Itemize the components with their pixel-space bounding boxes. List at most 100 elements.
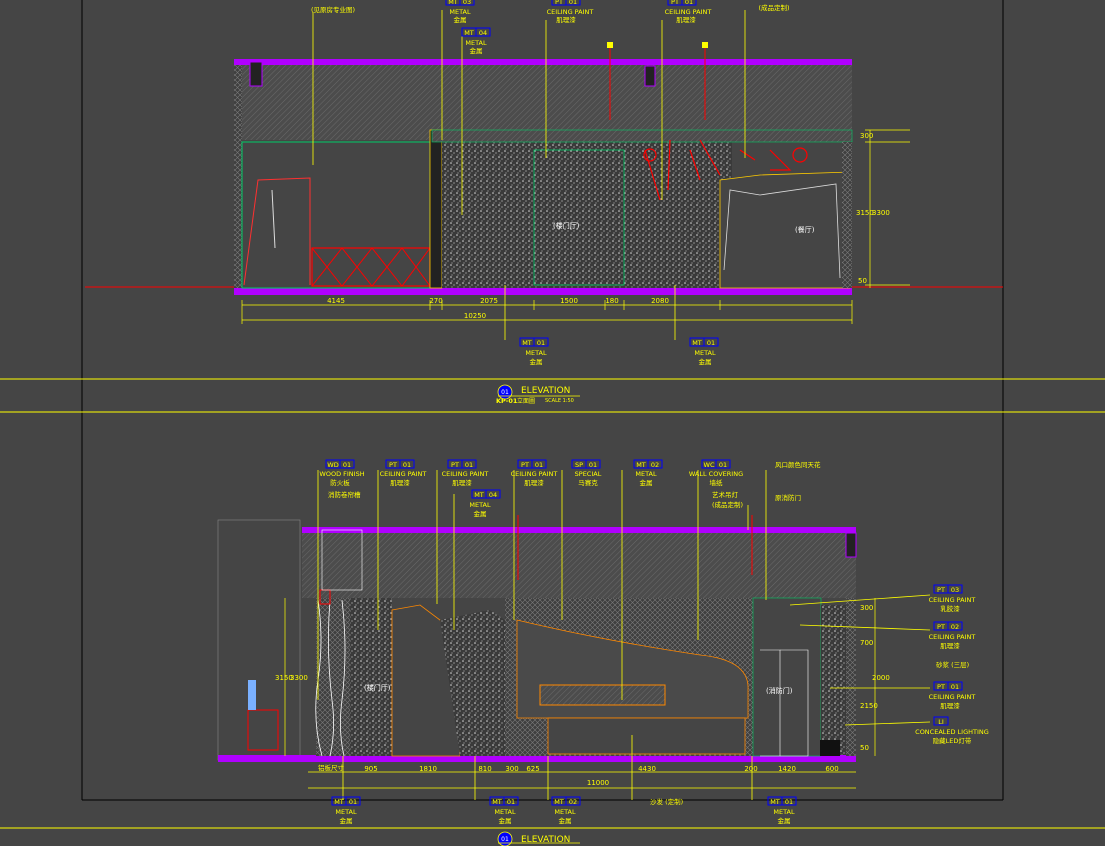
tag-code: MT (492, 798, 502, 806)
dim-text: 2080 (651, 297, 669, 305)
level-text: 700 (860, 639, 873, 647)
tag-code: PT (451, 461, 459, 469)
tag-cn: 防火板 (330, 478, 350, 487)
tag-code: PT (521, 461, 529, 469)
tag-en: CEILING PAINT (547, 8, 594, 16)
tag-num: 01 (537, 339, 545, 347)
tag-code: PT (389, 461, 397, 469)
tag-cn: 金属 (640, 478, 653, 487)
ceiling-void (302, 533, 856, 598)
room-label: (消防门) (766, 686, 793, 695)
tag-en: CEILING PAINT (442, 470, 489, 478)
dim-text: 4430 (638, 765, 656, 773)
tag-num: 01 (951, 683, 959, 691)
level-text: 300 (860, 132, 873, 140)
room-label: (楼门厅) (553, 221, 580, 230)
tag-num: 01 (785, 798, 793, 806)
scale: SCALE 1:50 (545, 398, 574, 404)
tag-group-top-1: (见原房专业图) MT 03 METAL 金属 MT 04 METAL 金属 P… (311, 0, 790, 55)
tag-en: CONCEALED LIGHTING (915, 728, 989, 736)
tag-code: WD (327, 461, 338, 469)
tag-cn: 肌理漆 (524, 478, 544, 487)
tag-en: METAL (494, 808, 516, 816)
tag-code: WC (704, 461, 715, 469)
tag-code: MT (770, 798, 780, 806)
level-text: 300 (860, 604, 873, 612)
ceiling-band (234, 59, 852, 65)
tag-cn: 金属 (559, 816, 572, 825)
tag-en: METAL (694, 349, 716, 357)
tag-en: CEILING PAINT (665, 8, 712, 16)
dim-text: 2075 (480, 297, 498, 305)
tag-code: PT (671, 0, 679, 6)
tag-code: MT (554, 798, 564, 806)
dim-text: 810 (478, 765, 491, 773)
tag-num: 01 (569, 0, 577, 6)
tag-code: MT (334, 798, 344, 806)
tag-code: PT (937, 623, 945, 631)
tag-cn: (见原房专业图) (311, 5, 355, 14)
tag-cn: 金属 (340, 816, 353, 825)
sub-title: 立面圖 (517, 397, 535, 405)
note: (成品定制) (712, 500, 743, 509)
tag-en: METAL (449, 8, 471, 16)
dim-text: 1810 (419, 765, 437, 773)
level-text: 3300 (290, 674, 308, 682)
tag-en: METAL (335, 808, 357, 816)
dim-total: 11000 (587, 779, 609, 787)
tag-code: MT (464, 29, 474, 37)
note: 沙发 (定制) (650, 797, 683, 806)
tag-cn: 乳胶漆 (940, 604, 960, 613)
tag-code: MT (636, 461, 646, 469)
tag-num: 01 (589, 461, 597, 469)
tag-num: 03 (951, 586, 959, 594)
drawing-number: KP-01 (496, 397, 518, 405)
note: 原消防门 (775, 493, 801, 502)
title-block-1: 01 ELEVATION KP-01 立面圖 SCALE 1:50 (496, 384, 580, 405)
tag-code: LI (938, 718, 944, 726)
tag-cn: 金属 (530, 357, 543, 366)
note: 铝板尺寸 (318, 763, 345, 772)
room-label: (餐厅) (795, 225, 815, 234)
ceiling-band (302, 527, 856, 533)
level-text: 50 (858, 277, 867, 285)
tag-code: PT (555, 0, 563, 6)
elevation-1: 4145 270 2075 1500 180 2080 10250 300 31… (85, 0, 1003, 405)
tag-group-bottom-2: MT 01 METAL 金属 MT 01 METAL 金属 MT 02 META… (331, 796, 797, 825)
elevation-title: ELEVATION (521, 386, 570, 396)
level-text: 50 (860, 744, 869, 752)
dim-text: 905 (364, 765, 377, 773)
tag-num: 01 (719, 461, 727, 469)
tag-cn: 肌理漆 (390, 478, 410, 487)
note: 艺术吊灯 (712, 490, 739, 499)
elevation-number: 01 (501, 836, 509, 843)
tag-en: METAL (469, 501, 491, 509)
tag-num: 01 (685, 0, 693, 6)
tag-code: MT (692, 339, 702, 347)
tag-cn: 隐藏LED灯带 (933, 736, 972, 745)
tag-cn: 金属 (470, 46, 483, 55)
tag-num: 01 (707, 339, 715, 347)
tag-num: 01 (403, 461, 411, 469)
tag-en: METAL (465, 39, 487, 47)
ceiling-void (234, 65, 852, 140)
tag-en: METAL (773, 808, 795, 816)
elevation-2: 905 1810 810 300 625 4430 200 1420 600 1… (217, 459, 989, 846)
tag-cn: 金属 (474, 509, 487, 518)
tag-cn: 墙纸 (710, 478, 724, 487)
tag-en: CEILING PAINT (511, 470, 558, 478)
elevation-number: 01 (501, 389, 509, 396)
tag-en: METAL (635, 470, 657, 478)
dim-text: 625 (526, 765, 539, 773)
tag-cn: 肌理漆 (940, 641, 960, 650)
tag-code: PT (937, 586, 945, 594)
tag-cn: 马赛克 (578, 478, 598, 487)
tag-num: 04 (489, 491, 497, 499)
dim-text: 1420 (778, 765, 796, 773)
tag-en: METAL (525, 349, 547, 357)
tag-cn: 金属 (499, 816, 512, 825)
tag-en: CEILING PAINT (929, 693, 976, 701)
note: 消防卷帘槽 (328, 490, 361, 499)
cad-drawing-canvas: 4145 270 2075 1500 180 2080 10250 300 31… (0, 0, 1105, 846)
tag-group-bottom-1: MT 01 METAL 金属 MT 01 METAL 金属 (519, 337, 719, 366)
